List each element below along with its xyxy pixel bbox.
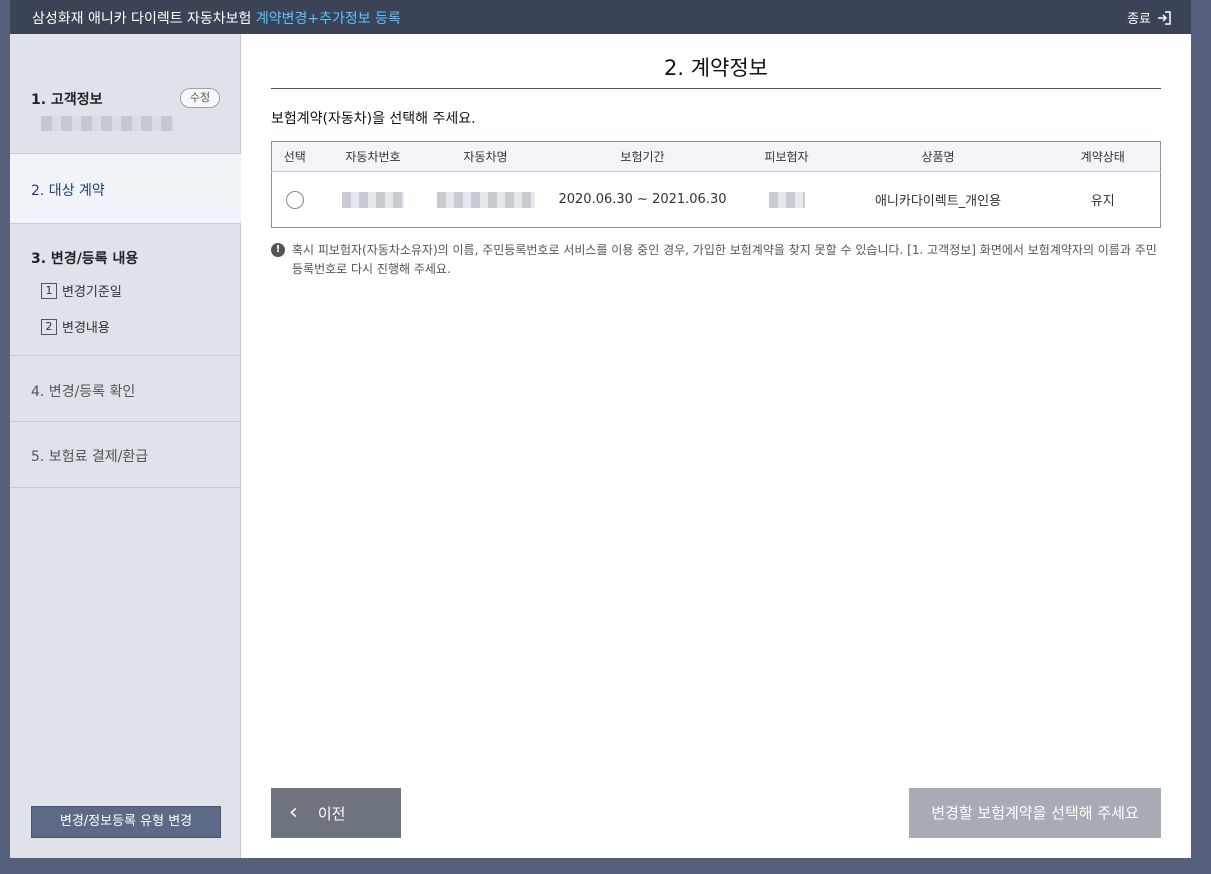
sidebar-sub-change-details[interactable]: 2 변경내용 xyxy=(41,317,110,336)
notice: ! 혹시 피보험자(자동차소유자)의 이름, 주민등록번호로 서비스를 이용 중… xyxy=(271,241,1161,279)
sidebar: 1. 고객정보 수정 2. 대상 계약 3. 변경/등록 내용 1 변경기준일 … xyxy=(10,34,241,858)
notice-text: 혹시 피보험자(자동차소유자)의 이름, 주민등록번호로 서비스를 이용 중인 … xyxy=(292,243,1157,276)
sub-number: 2 xyxy=(41,318,57,335)
customer-name-blurred xyxy=(41,116,174,131)
step4-label: 4. 변경/등록 확인 xyxy=(31,384,136,400)
car-name-blurred xyxy=(436,191,535,208)
step3-label: 3. 변경/등록 내용 xyxy=(31,251,139,267)
sidebar-step-target-contract[interactable]: 2. 대상 계약 xyxy=(10,154,241,224)
content-frame: 1. 고객정보 수정 2. 대상 계약 3. 변경/등록 내용 1 변경기준일 … xyxy=(10,34,1191,858)
close-button[interactable]: 종료 xyxy=(1127,8,1171,27)
insured-blurred xyxy=(768,191,805,208)
table-row[interactable]: 2020.06.30 ~ 2021.06.30 애니카다이렉트_개인용 유지 xyxy=(272,172,1161,228)
exit-icon xyxy=(1158,10,1171,25)
car-number-cell xyxy=(318,172,429,228)
prev-button[interactable]: ‹ 이전 xyxy=(271,788,401,838)
close-label: 종료 xyxy=(1127,12,1151,27)
col-car-name: 자동차명 xyxy=(428,141,543,172)
instruction-text: 보험계약(자동차)을 선택해 주세요. xyxy=(271,111,476,127)
col-product: 상품명 xyxy=(830,141,1046,172)
car-number-blurred xyxy=(342,191,404,208)
sidebar-step-customer-info: 1. 고객정보 수정 xyxy=(10,34,241,154)
select-cell xyxy=(272,172,318,228)
period-cell: 2020.06.30 ~ 2021.06.30 xyxy=(558,192,727,207)
step2-label: 2. 대상 계약 xyxy=(31,183,105,199)
exclamation-icon: ! xyxy=(271,243,285,257)
next-button[interactable]: 변경할 보험계약을 선택해 주세요 xyxy=(909,788,1161,838)
col-select: 선택 xyxy=(271,141,318,172)
main-content: 2. 계약정보 보험계약(자동차)을 선택해 주세요. 선택 자동차번호 자동차… xyxy=(241,34,1191,858)
product-cell: 애니카다이렉트_개인용 xyxy=(874,194,1002,209)
table-header-row: 선택 자동차번호 자동차명 보험기간 피보험자 상품명 계약상태 xyxy=(271,141,1161,172)
page-title: 2. 계약정보 xyxy=(271,52,1161,89)
status-cell: 유지 xyxy=(1090,194,1115,209)
insured-cell xyxy=(743,172,831,228)
sidebar-step-change-content: 3. 변경/등록 내용 1 변경기준일 2 변경내용 xyxy=(10,224,241,356)
app-title-highlight: 계약변경+추가정보 등록 xyxy=(255,11,401,27)
change-type-button[interactable]: 변경/정보등록 유형 변경 xyxy=(31,806,221,838)
step5-label: 5. 보험료 결제/환급 xyxy=(31,449,149,465)
app-title: 삼성화재 애니카 다이렉트 자동차보험 계약변경+추가정보 등록 xyxy=(32,8,401,28)
sidebar-step-payment: 5. 보험료 결제/환급 xyxy=(10,422,241,488)
sub-label: 변경기준일 xyxy=(62,285,122,300)
app-title-main: 삼성화재 애니카 다이렉트 자동차보험 xyxy=(32,11,252,27)
step1-label: 1. 고객정보 xyxy=(31,92,103,108)
chevron-left-icon: ‹ xyxy=(289,800,298,825)
col-car-number: 자동차번호 xyxy=(317,141,429,172)
sidebar-sub-change-date[interactable]: 1 변경기준일 xyxy=(41,281,122,300)
col-period: 보험기간 xyxy=(542,141,743,172)
prev-label: 이전 xyxy=(317,804,346,823)
sidebar-step-confirm: 4. 변경/등록 확인 xyxy=(10,356,241,422)
sub-number: 1 xyxy=(41,282,57,299)
sub-label: 변경내용 xyxy=(62,321,110,336)
select-radio[interactable] xyxy=(285,190,304,209)
edit-customer-button[interactable]: 수정 xyxy=(180,88,220,108)
col-insured: 피보험자 xyxy=(742,141,831,172)
top-bar: 삼성화재 애니카 다이렉트 자동차보험 계약변경+추가정보 등록 종료 xyxy=(10,0,1191,34)
col-status: 계약상태 xyxy=(1045,141,1161,172)
contract-table: 선택 자동차번호 자동차명 보험기간 피보험자 상품명 계약상태 2020.06… xyxy=(271,141,1161,228)
car-name-cell xyxy=(429,172,543,228)
